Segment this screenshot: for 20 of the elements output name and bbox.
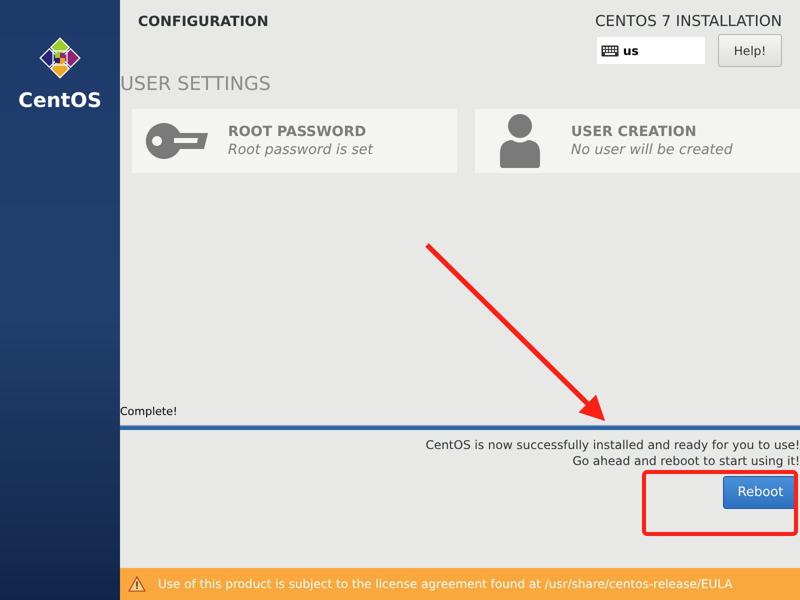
section-title: USER SETTINGS [120,73,272,95]
key-icon [144,121,210,161]
status-message: CentOS is now successfully installed and ready for you to use! [426,438,800,452]
keyboard-layout-indicator[interactable]: us [597,37,705,64]
keyboard-icon [601,44,619,56]
settings-spoke[interactable]: ROOT PASSWORD Root password is set [132,109,457,173]
license-notice: Use of this product is subject to the license agreement found at /usr/share/centos-release/EULA [158,577,732,591]
settings-spoke[interactable]: USER CREATION No user will be created [475,109,800,173]
page-title: CONFIGURATION [138,14,268,32]
progress-label: Complete! [120,405,178,418]
product-title: CENTOS 7 INSTALLATION [595,12,782,30]
status-message: Go ahead and reboot to start using it! [572,454,800,468]
spoke-title: ROOT PASSWORD [228,124,368,140]
warning-icon [128,576,146,592]
spoke-status: Root password is set [228,142,373,158]
logo-text: CentOS [18,88,102,112]
spoke-title: USER CREATION [571,124,698,140]
help-button[interactable]: Help! [718,34,782,67]
keyboard-layout-text: us [623,44,639,58]
spoke-status: No user will be created [571,142,733,158]
